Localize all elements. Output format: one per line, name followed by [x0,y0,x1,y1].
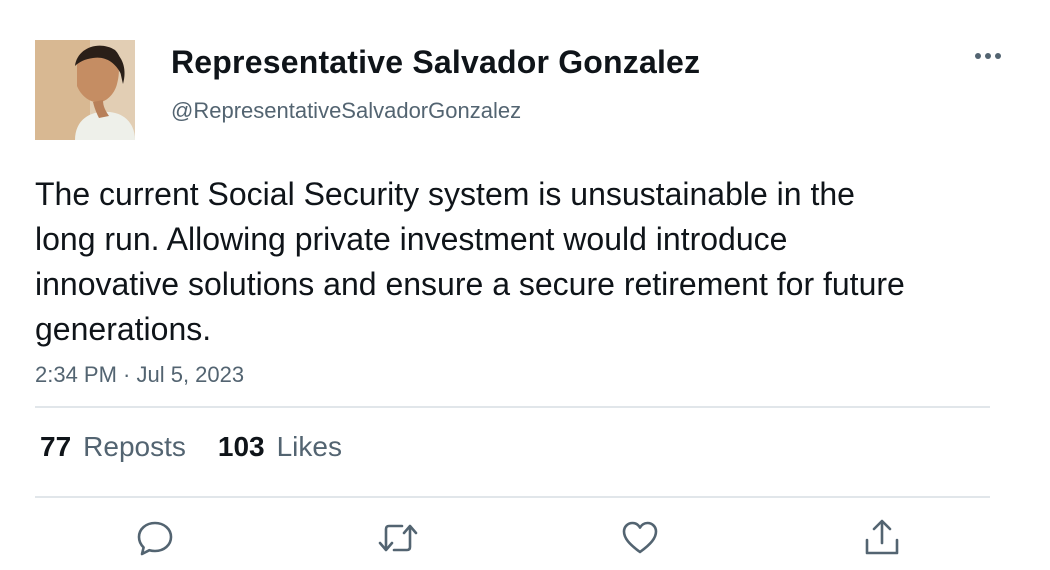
repost-button[interactable] [376,516,420,560]
share-button[interactable] [860,516,904,560]
tweet-text: The current Social Security system is un… [35,176,905,347]
reposts-count: 77 [40,431,72,462]
like-icon [622,521,658,554]
engagement-stats: 77 Reposts 103 Likes [40,431,342,463]
like-button[interactable] [618,516,662,560]
author-handle[interactable]: @RepresentativeSalvadorGonzalez [171,98,521,124]
reposts-label: Reposts [83,431,186,462]
avatar[interactable] [35,40,135,140]
more-options-icon[interactable] [970,42,1006,70]
likes-label: Likes [276,431,342,462]
divider [35,406,990,408]
repost-icon [378,524,418,552]
profile-photo-icon [35,40,135,140]
tweet-timestamp[interactable]: 2:34 PM · Jul 5, 2023 [35,362,244,388]
reply-button[interactable] [133,516,177,560]
reply-icon [137,521,173,556]
share-icon [865,519,899,555]
author-name[interactable]: Representative Salvador Gonzalez [171,44,700,81]
reposts-stat[interactable]: 77 Reposts [40,431,186,463]
divider [35,496,990,498]
likes-stat[interactable]: 103 Likes [218,431,342,463]
likes-count: 103 [217,431,265,462]
